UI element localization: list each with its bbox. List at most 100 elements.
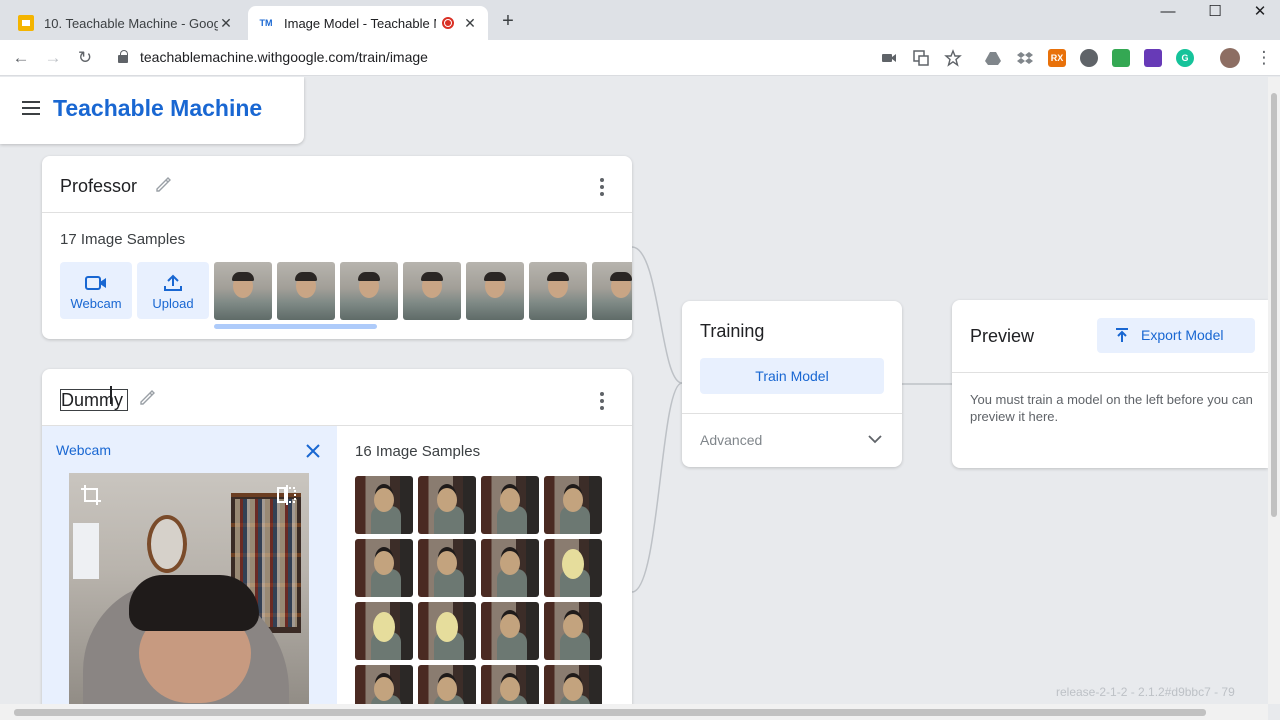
webcam-button[interactable]: Webcam — [60, 262, 132, 319]
chevron-down-icon[interactable] — [868, 432, 882, 446]
sample-thumbnail[interactable] — [481, 665, 539, 704]
page-content: Teachable Machine Professor 17 Image Sam… — [0, 77, 1268, 704]
upload-button-label: Upload — [152, 296, 194, 311]
lock-icon — [118, 50, 128, 63]
flip-icon[interactable] — [275, 483, 299, 507]
card-divider — [682, 413, 902, 414]
sample-thumbnail[interactable] — [418, 665, 476, 704]
sample-thumbnail[interactable] — [403, 262, 461, 320]
page-vertical-scrollbar[interactable] — [1268, 77, 1280, 704]
sample-thumbnail[interactable] — [481, 602, 539, 660]
release-version: release-2-1-2 - 2.1.2#d9bbc7 - 79 — [1056, 685, 1235, 699]
tab-google-slides[interactable]: 10. Teachable Machine - Google ✕ — [8, 6, 244, 40]
export-model-label: Export Model — [1141, 327, 1224, 343]
maximize-button[interactable]: ☐ — [1192, 0, 1238, 28]
tab-image-model[interactable]: TM Image Model - Teachable M ✕ — [248, 6, 488, 40]
sample-strip-scrollbar[interactable] — [214, 324, 377, 329]
training-title: Training — [700, 321, 765, 341]
sample-thumbnail[interactable] — [214, 262, 272, 320]
close-tab-icon[interactable]: ✕ — [462, 15, 478, 32]
preview-message: You must train a model on the left befor… — [970, 392, 1253, 424]
scrollbar-thumb[interactable] — [14, 709, 1206, 716]
class-card-professor: Professor 17 Image Samples Webcam Upload — [42, 156, 632, 339]
class-options-icon[interactable] — [600, 392, 604, 410]
google-slides-icon — [18, 15, 34, 31]
crop-icon[interactable] — [79, 483, 103, 507]
star-icon[interactable] — [944, 49, 962, 67]
class-name-input[interactable]: Dummy — [60, 389, 128, 411]
hamburger-menu-icon[interactable] — [22, 101, 40, 115]
menu-dots-icon[interactable]: ⋮ — [1252, 46, 1276, 70]
sample-thumbnail[interactable] — [340, 262, 398, 320]
samples-count: 17 Image Samples — [60, 231, 186, 248]
sample-thumbnail[interactable] — [544, 476, 602, 534]
train-model-button[interactable]: Train Model — [700, 358, 884, 394]
pencil-edit-icon[interactable] — [138, 388, 156, 406]
sample-thumbnail[interactable] — [544, 602, 602, 660]
page-horizontal-scrollbar[interactable] — [0, 704, 1268, 720]
tab-strip: 10. Teachable Machine - Google ✕ TM Imag… — [0, 0, 1280, 40]
translate-icon[interactable] — [912, 49, 930, 67]
sample-thumbnail[interactable] — [418, 602, 476, 660]
sample-thumbnail[interactable] — [481, 476, 539, 534]
tab-title: 10. Teachable Machine - Google — [44, 15, 218, 31]
sample-thumbnail[interactable] — [466, 262, 524, 320]
back-arrow-icon[interactable]: ← — [9, 46, 33, 70]
new-tab-button[interactable]: + — [498, 10, 518, 33]
sample-thumbnail[interactable] — [529, 262, 587, 320]
wall-mirror — [147, 515, 187, 573]
text-cursor — [110, 386, 112, 404]
upload-button[interactable]: Upload — [137, 262, 209, 319]
class-options-icon[interactable] — [600, 178, 604, 196]
webcam-button-label: Webcam — [70, 296, 122, 311]
minimize-button[interactable]: — — [1145, 0, 1191, 28]
wall-poster — [73, 523, 99, 579]
webcam-panel-title: Webcam — [56, 442, 111, 458]
person-hair — [129, 575, 259, 631]
reload-icon[interactable]: ↻ — [73, 46, 97, 70]
sample-thumbnail[interactable] — [355, 539, 413, 597]
tab-title: Image Model - Teachable M — [284, 15, 436, 31]
video-camera-icon[interactable] — [880, 49, 898, 67]
recording-icon — [442, 17, 454, 29]
extension-rx-icon[interactable]: RX — [1048, 49, 1066, 67]
extension-purple-icon[interactable] — [1144, 49, 1162, 67]
preview-title: Preview — [970, 326, 1035, 346]
profile-avatar[interactable] — [1220, 48, 1240, 68]
sample-thumbnail[interactable] — [544, 539, 602, 597]
class-card-dummy: Dummy Webcam 16 Image Samples — [42, 369, 632, 704]
preview-card: Preview Export Model You must train a mo… — [952, 300, 1268, 468]
extension-shield-icon[interactable] — [1080, 49, 1098, 67]
sample-thumbnail[interactable] — [277, 262, 335, 320]
browser-toolbar: ← → ↻ teachablemachine.withgoogle.com/tr… — [0, 40, 1280, 76]
close-tab-icon[interactable]: ✕ — [218, 15, 234, 32]
training-card: Training Train Model Advanced — [682, 301, 902, 467]
sample-thumbnail[interactable] — [418, 539, 476, 597]
teachable-machine-icon: TM — [259, 18, 273, 28]
class-name[interactable]: Professor — [60, 176, 137, 197]
extension-tv-icon[interactable] — [1112, 49, 1130, 67]
export-upload-icon — [1116, 328, 1128, 342]
advanced-toggle[interactable]: Advanced — [700, 432, 762, 448]
sample-thumbnail[interactable] — [418, 476, 476, 534]
sample-thumbnail[interactable] — [544, 665, 602, 704]
webcam-video-feed — [69, 473, 309, 704]
card-divider — [42, 212, 632, 213]
pencil-edit-icon[interactable] — [154, 175, 172, 193]
sample-thumbnail[interactable] — [355, 665, 413, 704]
sample-thumbnail[interactable] — [592, 262, 632, 320]
brand-title[interactable]: Teachable Machine — [53, 95, 262, 122]
grammarly-icon[interactable]: G — [1176, 49, 1194, 67]
close-icon[interactable] — [305, 443, 321, 459]
forward-arrow-icon[interactable]: → — [41, 46, 65, 70]
export-model-button[interactable]: Export Model — [1097, 318, 1255, 353]
sample-thumbnail[interactable] — [355, 602, 413, 660]
sample-thumbnail[interactable] — [481, 539, 539, 597]
dropbox-icon[interactable] — [1016, 49, 1034, 67]
scrollbar-thumb[interactable] — [1271, 93, 1277, 517]
address-bar[interactable]: teachablemachine.withgoogle.com/train/im… — [118, 49, 428, 65]
sample-thumbnail[interactable] — [355, 476, 413, 534]
close-window-button[interactable]: ✕ — [1237, 0, 1280, 28]
drive-icon[interactable] — [984, 49, 1002, 67]
upload-icon — [164, 274, 182, 291]
